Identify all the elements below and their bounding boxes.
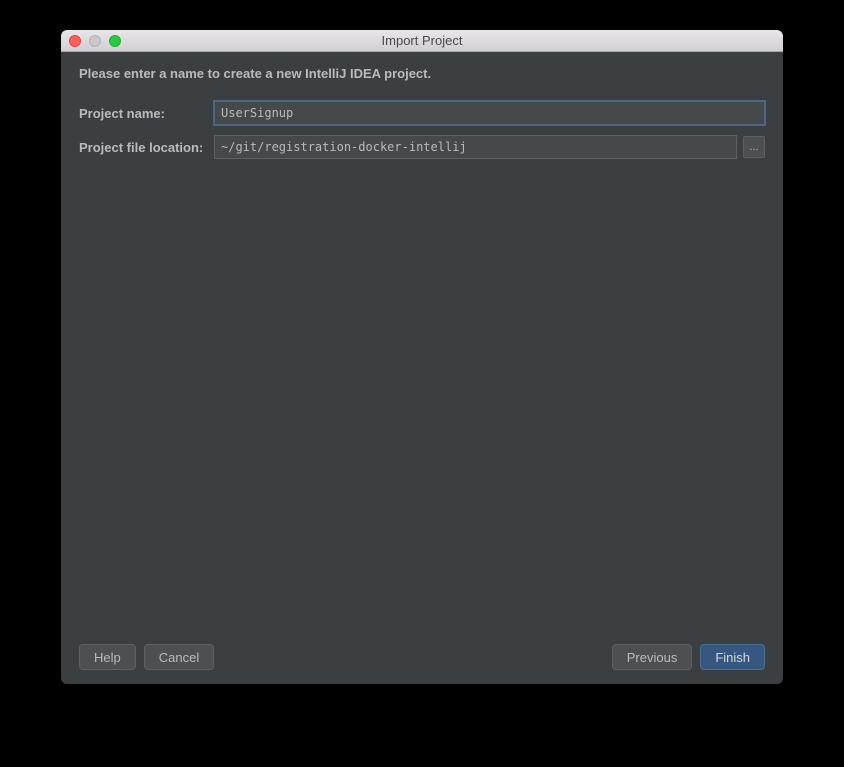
cancel-button[interactable]: Cancel [144,644,214,670]
help-button[interactable]: Help [79,644,136,670]
project-location-row: Project file location: ... [79,135,765,159]
window-maximize-icon[interactable] [109,35,121,47]
button-bar: Help Cancel Previous Finish [79,634,765,674]
previous-button[interactable]: Previous [612,644,693,670]
project-name-label: Project name: [79,106,214,121]
window-title: Import Project [61,33,783,48]
project-location-label: Project file location: [79,140,214,155]
browse-location-button[interactable]: ... [743,136,765,158]
dialog-content: Please enter a name to create a new Inte… [61,52,783,684]
window-close-icon[interactable] [69,35,81,47]
window-minimize-icon [89,35,101,47]
project-name-value: UserSignup [221,106,293,120]
instruction-text: Please enter a name to create a new Inte… [79,66,765,81]
project-location-input[interactable] [214,135,737,159]
traffic-lights [61,35,121,47]
import-project-window: Import Project Please enter a name to cr… [61,30,783,684]
titlebar: Import Project [61,30,783,52]
finish-button[interactable]: Finish [700,644,765,670]
project-name-input[interactable]: UserSignup [214,101,765,125]
project-name-row: Project name: UserSignup [79,101,765,125]
